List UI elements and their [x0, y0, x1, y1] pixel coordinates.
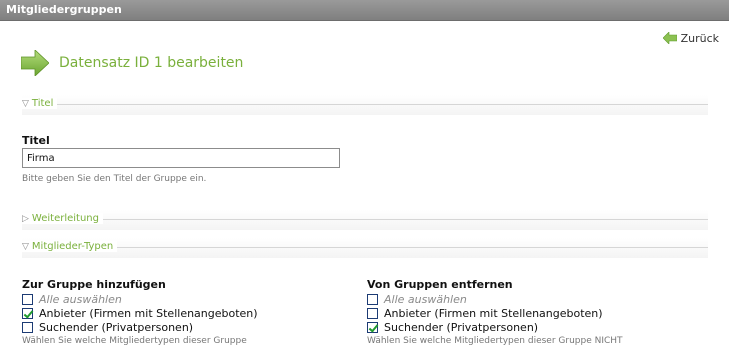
- triangle-down-icon: ▽: [22, 98, 29, 109]
- suchender-checkbox[interactable]: [22, 321, 33, 333]
- option-label: Anbieter (Firmen mit Stellenangeboten): [39, 306, 258, 320]
- window-titlebar: Mitgliedergruppen: [0, 0, 729, 21]
- section-toggle-mitglieder-typen[interactable]: ▽ Mitglieder-Typen: [22, 241, 118, 252]
- title-input[interactable]: [22, 148, 340, 168]
- triangle-down-icon: ▽: [22, 241, 29, 252]
- title-label: Titel: [22, 134, 50, 147]
- window-title: Mitgliedergruppen: [6, 3, 122, 16]
- anbieter-checkbox[interactable]: [367, 307, 378, 319]
- select-all-label: Alle auswählen: [39, 292, 122, 306]
- add-to-group-heading: Zur Gruppe hinzufügen: [22, 278, 166, 291]
- remove-from-group-column: Von Gruppen entfernen Alle auswählen Anb…: [367, 278, 687, 346]
- suchender-checkbox[interactable]: [367, 321, 378, 333]
- section-mitglieder-typen: ▽ Mitglieder-Typen: [22, 238, 708, 258]
- option-label: Suchender (Privatpersonen): [39, 320, 194, 334]
- section-label: Mitglieder-Typen: [31, 241, 114, 252]
- select-all-checkbox[interactable]: [22, 293, 33, 305]
- section-label: Weiterleitung: [31, 213, 99, 224]
- section-titel: ▽ Titel: [22, 95, 708, 115]
- option-suchender-add[interactable]: Suchender (Privatpersonen): [22, 320, 342, 334]
- section-divider: [22, 247, 708, 248]
- select-all-add[interactable]: Alle auswählen: [22, 292, 342, 306]
- remove-from-group-heading: Von Gruppen entfernen: [367, 278, 513, 291]
- add-to-group-column: Zur Gruppe hinzufügen Alle auswählen Anb…: [22, 278, 342, 346]
- page-title: Datensatz ID 1 bearbeiten: [59, 55, 244, 71]
- section-label: Titel: [31, 98, 54, 109]
- title-hint: Bitte geben Sie den Titel der Gruppe ein…: [22, 174, 207, 184]
- select-all-label: Alle auswählen: [384, 292, 467, 306]
- section-divider: [22, 219, 708, 220]
- option-label: Anbieter (Firmen mit Stellenangeboten): [384, 306, 603, 320]
- option-anbieter-add[interactable]: Anbieter (Firmen mit Stellenangeboten): [22, 306, 342, 320]
- back-link-label: Zurück: [680, 31, 719, 45]
- select-all-remove[interactable]: Alle auswählen: [367, 292, 687, 306]
- remove-hint: Wählen Sie welche Mitgliedertypen dieser…: [367, 336, 623, 346]
- page-heading: Datensatz ID 1 bearbeiten: [21, 50, 243, 76]
- option-suchender-remove[interactable]: Suchender (Privatpersonen): [367, 320, 687, 334]
- back-link[interactable]: Zurück: [662, 31, 719, 45]
- section-toggle-titel[interactable]: ▽ Titel: [22, 98, 58, 109]
- section-weiterleitung: ▷ Weiterleitung: [22, 210, 708, 230]
- arrow-right-icon: [21, 50, 49, 76]
- option-anbieter-remove[interactable]: Anbieter (Firmen mit Stellenangeboten): [367, 306, 687, 320]
- option-label: Suchender (Privatpersonen): [384, 320, 539, 334]
- triangle-right-icon: ▷: [22, 213, 29, 224]
- add-hint: Wählen Sie welche Mitgliedertypen dieser…: [22, 336, 247, 346]
- anbieter-checkbox[interactable]: [22, 307, 33, 319]
- back-arrow-icon: [662, 32, 677, 44]
- select-all-checkbox[interactable]: [367, 293, 378, 305]
- section-divider: [22, 104, 708, 105]
- section-toggle-weiterleitung[interactable]: ▷ Weiterleitung: [22, 213, 103, 224]
